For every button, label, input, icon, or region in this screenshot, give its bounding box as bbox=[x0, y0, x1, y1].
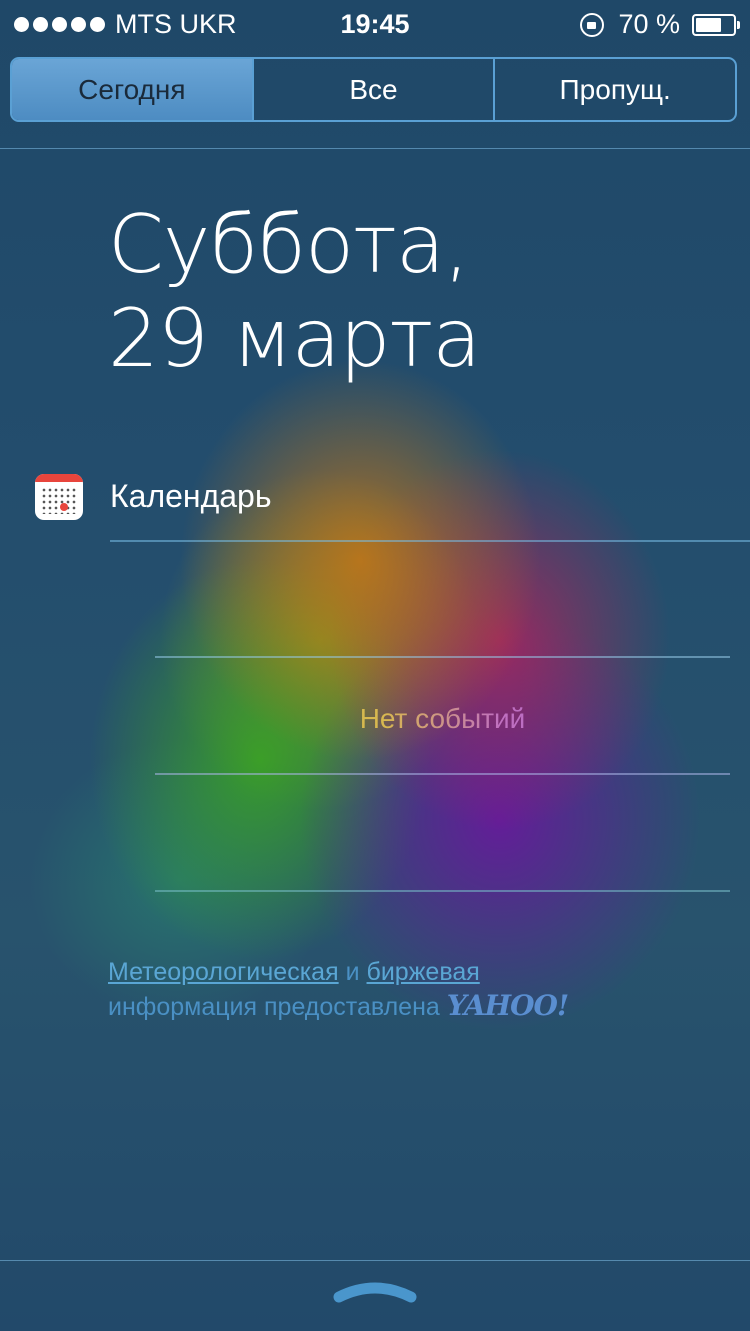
attribution-line-2: информация предоставлена YAHOO! bbox=[108, 989, 569, 1024]
divider bbox=[0, 1260, 750, 1261]
stocks-link[interactable]: биржевая bbox=[367, 958, 480, 986]
calendar-header-divider bbox=[110, 540, 750, 542]
date-heading: 29 марта bbox=[108, 292, 481, 385]
weather-link[interactable]: Метеорологическая bbox=[108, 958, 339, 986]
calendar-row-divider bbox=[155, 773, 730, 775]
status-bar: MTS UKR 19:45 70 % bbox=[0, 0, 750, 50]
attribution-line-1: Метеорологическая и биржевая bbox=[108, 955, 568, 989]
calendar-icon bbox=[35, 474, 83, 520]
divider bbox=[0, 148, 750, 149]
calendar-row-divider bbox=[155, 890, 730, 892]
status-right-group: 70 % bbox=[580, 9, 740, 40]
calendar-widget-title[interactable]: Календарь bbox=[110, 478, 272, 515]
tab-all[interactable]: Все bbox=[251, 59, 494, 120]
attribution-text: информация предоставлена bbox=[108, 993, 440, 1021]
no-events-text: Нет событий bbox=[155, 703, 730, 735]
battery-fill bbox=[696, 17, 721, 32]
yahoo-attribution: Метеорологическая и биржевая информация … bbox=[108, 955, 569, 1024]
attribution-and: и bbox=[345, 958, 360, 986]
calendar-row-divider bbox=[155, 656, 730, 658]
yahoo-logo[interactable]: YAHOO! bbox=[447, 989, 569, 1022]
battery-percent: 70 % bbox=[618, 9, 680, 39]
grabber-handle-icon[interactable] bbox=[333, 1281, 417, 1303]
tab-missed[interactable]: Пропущ. bbox=[493, 59, 735, 120]
orientation-lock-icon bbox=[580, 12, 605, 37]
weekday-heading: Суббота, bbox=[108, 198, 469, 291]
notification-tabs: Сегодня Все Пропущ. bbox=[10, 57, 737, 122]
battery-icon bbox=[692, 13, 740, 36]
tab-today[interactable]: Сегодня bbox=[12, 59, 252, 120]
